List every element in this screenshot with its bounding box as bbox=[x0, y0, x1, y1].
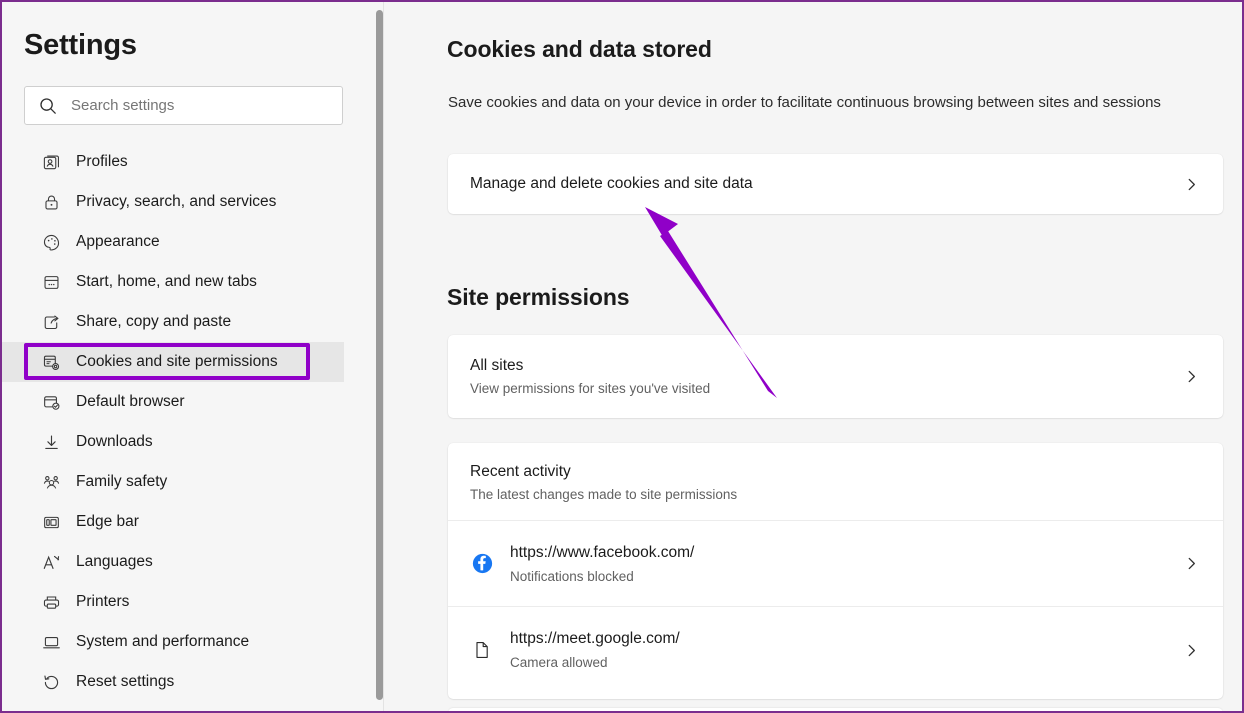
site-permissions-heading: Site permissions bbox=[447, 284, 630, 310]
printer-icon bbox=[40, 591, 62, 613]
cookies-section-description: Save cookies and data on your device in … bbox=[448, 94, 1161, 111]
settings-content-pane: Cookies and data stored Save cookies and… bbox=[385, 2, 1242, 711]
activity-item-state: Camera allowed bbox=[510, 655, 608, 670]
sidebar-item-label: System and performance bbox=[76, 633, 250, 650]
palette-icon bbox=[40, 231, 62, 253]
sidebar-item-label: Edge bar bbox=[76, 513, 139, 530]
manage-cookies-text: Manage and delete cookies and site data bbox=[470, 175, 1184, 193]
chevron-right-icon[interactable] bbox=[1184, 556, 1199, 571]
sidebar-item-label: Family safety bbox=[76, 473, 168, 490]
activity-list-item[interactable]: https://www.facebook.com/ Notifications … bbox=[448, 521, 1223, 607]
page-title: Settings bbox=[24, 29, 137, 61]
sidebar-item-label: Share, copy and paste bbox=[76, 313, 232, 330]
sidebar-item-label: Start, home, and new tabs bbox=[76, 273, 257, 290]
next-card-partial bbox=[448, 708, 1223, 711]
activity-item-state: Notifications blocked bbox=[510, 568, 634, 584]
facebook-icon bbox=[470, 552, 494, 576]
sidebar-item-label: Languages bbox=[76, 553, 153, 570]
translate-icon bbox=[40, 551, 62, 573]
sidebar-item-label: Profiles bbox=[76, 153, 128, 170]
sidebar-item-reset-settings[interactable]: Reset settings bbox=[2, 662, 362, 702]
recent-activity-card: Recent activity The latest changes made … bbox=[448, 443, 1223, 699]
sidebar-item-downloads[interactable]: Downloads bbox=[2, 422, 362, 462]
activity-item-text: https://www.facebook.com/ Notifications … bbox=[510, 544, 1184, 584]
lock-icon bbox=[40, 191, 62, 213]
laptop-icon bbox=[40, 631, 62, 653]
reset-arrow-icon bbox=[40, 671, 62, 693]
all-sites-label: All sites bbox=[470, 357, 524, 374]
manage-cookies-card[interactable]: Manage and delete cookies and site data bbox=[448, 154, 1223, 214]
manage-cookies-row[interactable]: Manage and delete cookies and site data bbox=[448, 154, 1223, 214]
activity-item-url: https://www.facebook.com/ bbox=[510, 543, 695, 561]
sidebar-item-default-browser[interactable]: Default browser bbox=[2, 382, 362, 422]
chevron-right-icon[interactable] bbox=[1184, 643, 1199, 658]
recent-activity-label: Recent activity bbox=[470, 463, 571, 480]
recent-activity-header: Recent activity The latest changes made … bbox=[448, 443, 1223, 521]
activity-item-url: https://meet.google.com/ bbox=[510, 630, 680, 647]
search-input[interactable] bbox=[71, 97, 342, 114]
settings-sidebar: Settings Search settings Profiles Privac… bbox=[2, 2, 384, 711]
sidebar-item-privacy-search-services[interactable]: Privacy, search, and services bbox=[2, 182, 362, 222]
all-sites-text: All sites View permissions for sites you… bbox=[470, 357, 1184, 396]
all-sites-card[interactable]: All sites View permissions for sites you… bbox=[448, 335, 1223, 418]
sidebar-item-label: Downloads bbox=[76, 433, 153, 450]
sidebar-item-appearance[interactable]: Appearance bbox=[2, 222, 362, 262]
search-settings-box[interactable] bbox=[24, 86, 343, 125]
edge-settings-window: Settings Search settings Profiles Privac… bbox=[0, 0, 1244, 713]
sidebar-item-edge-bar[interactable]: Edge bar bbox=[2, 502, 362, 542]
manage-cookies-label: Manage and delete cookies and site data bbox=[470, 175, 753, 192]
settings-nav-list: Profiles Privacy, search, and services A… bbox=[2, 142, 362, 702]
document-page-icon bbox=[470, 638, 494, 662]
all-sites-row[interactable]: All sites View permissions for sites you… bbox=[448, 335, 1223, 418]
sidebar-item-start-home-new-tabs[interactable]: Start, home, and new tabs bbox=[2, 262, 362, 302]
search-icon bbox=[39, 97, 57, 115]
sidebar-item-profiles[interactable]: Profiles bbox=[2, 142, 362, 182]
people-group-icon bbox=[40, 471, 62, 493]
sidebar-item-label: Printers bbox=[76, 593, 130, 610]
activity-list-item[interactable]: https://meet.google.com/ Camera allowed bbox=[448, 607, 1223, 693]
recent-activity-subtitle: The latest changes made to site permissi… bbox=[470, 487, 738, 502]
sidebar-item-label: Reset settings bbox=[76, 673, 175, 690]
sidebar-item-cookies-and-site-permissions[interactable]: Cookies and site permissions bbox=[2, 342, 344, 382]
chevron-right-icon[interactable] bbox=[1184, 369, 1199, 384]
sidebar-item-label: Default browser bbox=[76, 393, 185, 410]
sidebar-item-label: Cookies and site permissions bbox=[76, 353, 278, 370]
browser-window-icon bbox=[40, 271, 62, 293]
sidebar-scrollbar[interactable] bbox=[376, 10, 383, 700]
activity-item-text: https://meet.google.com/ Camera allowed bbox=[510, 630, 1184, 670]
cookies-section-heading: Cookies and data stored bbox=[447, 36, 712, 62]
download-arrow-icon bbox=[40, 431, 62, 453]
panel-layout-icon bbox=[40, 511, 62, 533]
sidebar-item-languages[interactable]: Languages bbox=[2, 542, 362, 582]
sidebar-item-printers[interactable]: Printers bbox=[2, 582, 362, 622]
sidebar-item-system-and-performance[interactable]: System and performance bbox=[2, 622, 362, 662]
sidebar-item-share-copy-paste[interactable]: Share, copy and paste bbox=[2, 302, 362, 342]
sidebar-item-family-safety[interactable]: Family safety bbox=[2, 462, 362, 502]
share-icon bbox=[40, 311, 62, 333]
browser-check-icon bbox=[40, 391, 62, 413]
chevron-right-icon[interactable] bbox=[1184, 177, 1199, 192]
cookie-settings-icon bbox=[40, 351, 62, 373]
profile-card-icon bbox=[40, 151, 62, 173]
all-sites-subtitle: View permissions for sites you've visite… bbox=[470, 381, 711, 396]
sidebar-item-label: Appearance bbox=[76, 233, 160, 250]
sidebar-item-label: Privacy, search, and services bbox=[76, 193, 277, 210]
